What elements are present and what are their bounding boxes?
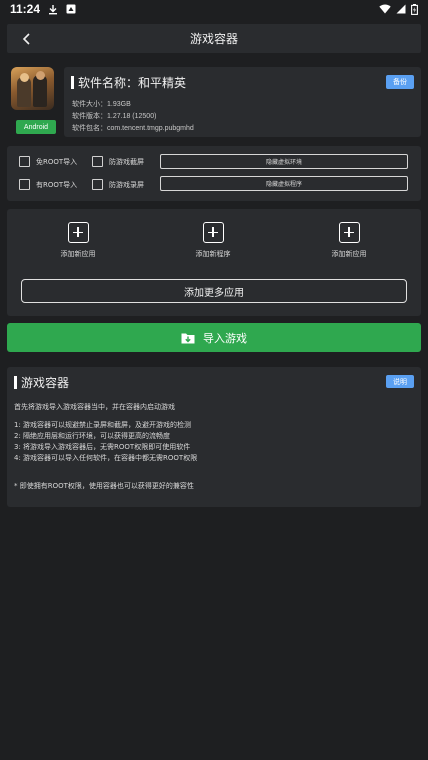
chevron-left-icon	[22, 30, 32, 49]
title-accent-bar	[71, 76, 74, 89]
anti-screenshot-label: 防游戏截屏	[109, 157, 144, 166]
options-panel: 免ROOT导入 防游戏截屏 隐藏虚拟环境 有ROOT导入 防游戏录屏 隐藏虚拟程…	[7, 146, 421, 201]
back-button[interactable]	[17, 29, 37, 49]
noroot-import-checkbox[interactable]: 免ROOT导入	[19, 156, 77, 167]
add-app-slot-3[interactable]: 添加新应用	[314, 222, 384, 259]
app-details: 软件名称：和平精英 备份 软件大小：1.93GB 软件版本：1.27.18 (1…	[64, 67, 421, 137]
description-point-3: 3: 将游戏导入游戏容器后，无需ROOT权限即可使用软件	[14, 443, 191, 451]
anti-record-checkbox[interactable]: 防游戏录屏	[92, 179, 144, 190]
status-left: 11:24	[10, 2, 76, 16]
explain-button[interactable]: 说明	[386, 375, 414, 388]
page-title: 游戏容器	[189, 32, 238, 46]
backup-button[interactable]: 备份	[386, 75, 414, 89]
add-app-label: 添加新应用	[331, 250, 367, 258]
title-bar: 游戏容器	[7, 24, 421, 53]
description-intro: 首先将游戏导入游戏容器当中，并在容器内启动游戏	[14, 403, 175, 411]
noroot-import-label: 免ROOT导入	[36, 157, 78, 166]
status-time: 11:24	[10, 2, 41, 16]
root-import-label: 有ROOT导入	[36, 180, 78, 189]
notification-box-icon	[66, 4, 76, 14]
platform-badge: Android	[16, 120, 56, 134]
checkbox-box[interactable]	[92, 156, 103, 167]
checkbox-box[interactable]	[92, 179, 103, 190]
add-app-label: 添加新程序	[195, 250, 231, 258]
plus-icon[interactable]	[202, 222, 224, 243]
anti-screenshot-checkbox[interactable]: 防游戏截屏	[92, 156, 144, 167]
plus-icon[interactable]	[67, 222, 89, 243]
description-header: 游戏容器	[14, 374, 69, 391]
download-icon	[48, 4, 58, 15]
title-accent-bar	[14, 376, 17, 389]
app-size: 软件大小：1.93GB	[72, 101, 131, 108]
app-name: 软件名称：和平精英	[78, 76, 187, 90]
app-package: 软件包名：com.tencent.tmgp.pubgmhd	[72, 125, 194, 132]
description-point-1: 1: 游戏容器可以规避禁止录屏和截屏，及避开游戏的检测	[14, 421, 192, 429]
app-name-row: 软件名称：和平精英	[71, 74, 186, 91]
add-app-label: 添加新应用	[60, 250, 96, 258]
add-app-slot-1[interactable]: 添加新应用	[43, 222, 113, 259]
add-apps-panel: 添加新应用 添加新程序 添加新应用 添加更多应用	[7, 209, 421, 316]
app-icon-group: Android	[11, 67, 56, 135]
description-panel: 游戏容器 说明 首先将游戏导入游戏容器当中，并在容器内启动游戏 1: 游戏容器可…	[7, 367, 421, 507]
description-title: 游戏容器	[21, 376, 70, 390]
description-point-2: 2: 隔绝应用层和运行环境，可以获得更高的流畅度	[14, 432, 171, 440]
plus-icon[interactable]	[338, 222, 360, 243]
anti-record-label: 防游戏录屏	[109, 180, 144, 189]
signal-icon	[396, 4, 406, 14]
import-game-label: 导入游戏	[203, 331, 247, 345]
description-point-4: 4: 游戏容器可以导入任何软件，在容器中都无需ROOT权限	[14, 454, 198, 462]
status-right	[379, 3, 418, 15]
add-app-slot-2[interactable]: 添加新程序	[178, 222, 248, 259]
description-note: * 即使拥有ROOT权限，使用容器也可以获得更好的兼容性	[14, 482, 194, 490]
root-import-checkbox[interactable]: 有ROOT导入	[19, 179, 77, 190]
app-version: 软件版本：1.27.18 (12500)	[72, 113, 157, 120]
hide-virtual-env-button[interactable]: 隐藏虚拟环境	[160, 154, 408, 169]
app-info-card: Android 软件名称：和平精英 备份 软件大小：1.93GB 软件版本：1.…	[7, 65, 421, 139]
checkbox-box[interactable]	[19, 179, 30, 190]
folder-import-icon	[181, 332, 195, 344]
import-game-button[interactable]: 导入游戏	[7, 323, 421, 352]
hide-virtual-app-button[interactable]: 隐藏虚拟程序	[160, 176, 408, 191]
app-icon	[11, 67, 54, 110]
add-more-apps-button[interactable]: 添加更多应用	[21, 279, 407, 303]
status-bar: 11:24	[0, 0, 428, 18]
checkbox-box[interactable]	[19, 156, 30, 167]
battery-icon	[411, 3, 418, 15]
wifi-icon	[379, 4, 391, 14]
